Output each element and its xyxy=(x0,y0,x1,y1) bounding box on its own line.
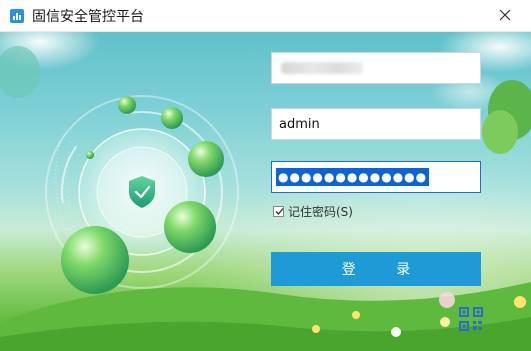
login-window: 固信安全管控平台 admin ●●●●●●●●●●●●● 记住密码(S) 登 录 xyxy=(0,0,531,351)
remember-password-label: 记住密码(S) xyxy=(288,205,353,219)
qr-code-icon[interactable] xyxy=(459,307,483,331)
title-bar: 固信安全管控平台 xyxy=(0,0,531,32)
app-logo-icon xyxy=(10,8,24,23)
remember-password-option[interactable]: 记住密码(S) xyxy=(273,203,353,220)
close-icon[interactable] xyxy=(497,7,513,23)
remember-password-checkbox[interactable] xyxy=(273,206,284,217)
username-input[interactable] xyxy=(271,108,481,140)
window-title: 固信安全管控平台 xyxy=(32,8,144,25)
password-input[interactable]: ●●●●●●●●●●●●● xyxy=(271,161,481,193)
password-mask: ●●●●●●●●●●●●● xyxy=(276,168,430,186)
login-button[interactable]: 登 录 xyxy=(271,252,481,286)
server-address-input[interactable] xyxy=(271,52,481,84)
